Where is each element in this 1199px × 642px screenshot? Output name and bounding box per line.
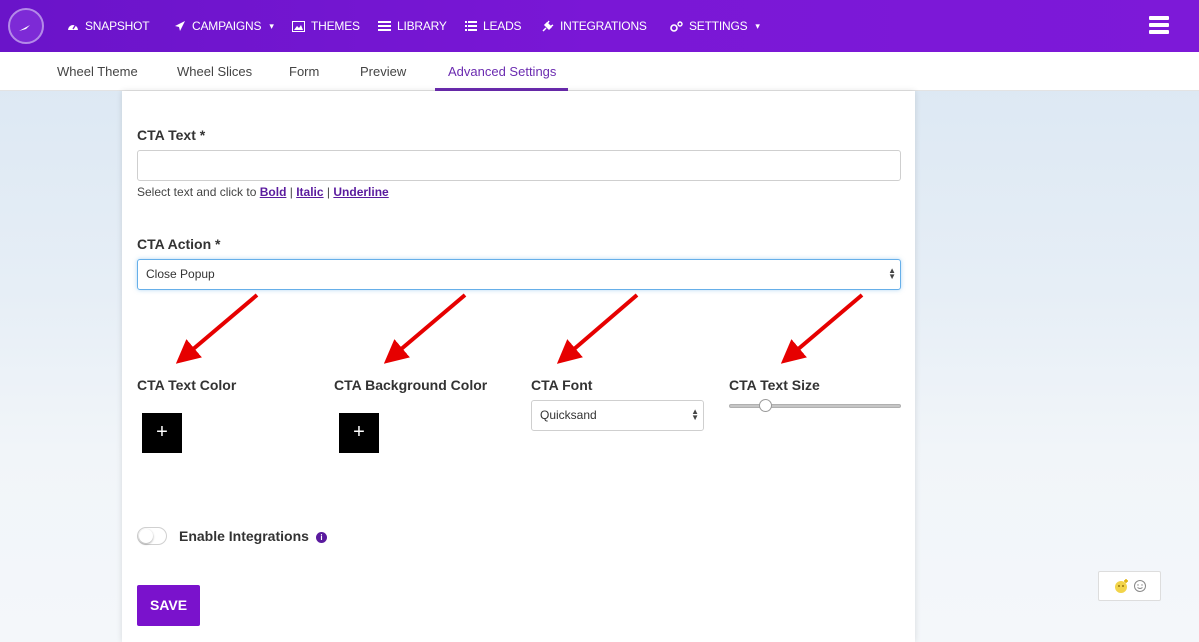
arrow-to-bg-color	[383, 293, 467, 364]
annotation-arrows	[175, 293, 864, 364]
emoji-feedback-widget[interactable]	[1098, 571, 1161, 601]
smiley-icon	[1133, 580, 1146, 592]
arrow-to-text-color	[175, 293, 259, 364]
emoji-add-icon	[1114, 579, 1128, 593]
arrow-to-font	[556, 293, 639, 364]
arrow-to-text-size	[780, 293, 864, 364]
